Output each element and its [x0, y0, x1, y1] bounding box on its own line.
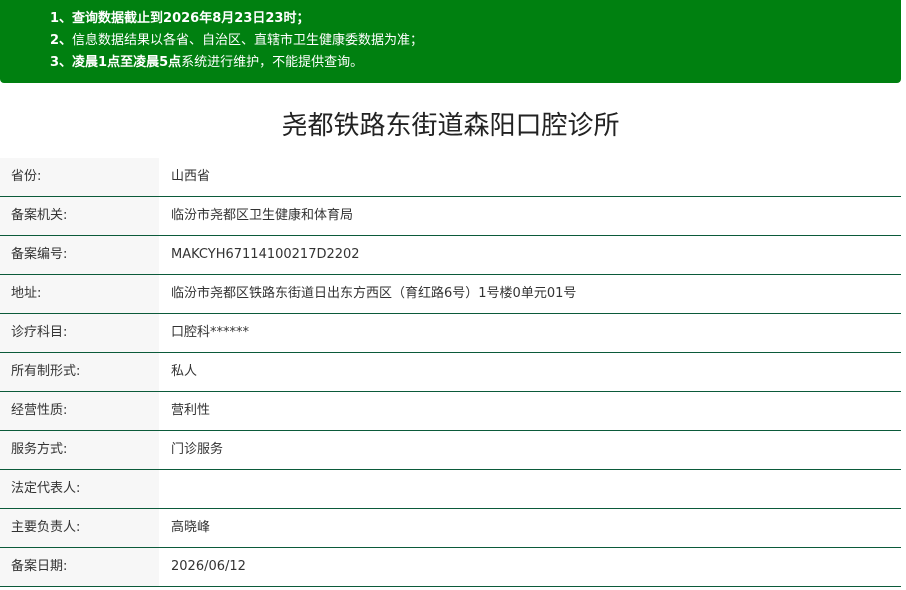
row-label: 主要负责人:	[0, 509, 159, 547]
table-row-legal-representative: 法定代表人:	[0, 470, 901, 509]
notice-line-1: 1、查询数据截止到2026年8月23日23时；	[50, 8, 901, 30]
table-row-service-mode: 服务方式: 门诊服务	[0, 431, 901, 470]
table-row-record-number: 备案编号: MAKCYH67114100217D2202	[0, 236, 901, 275]
row-label: 所有制形式:	[0, 353, 159, 391]
table-row-authority: 备案机关: 临汾市尧都区卫生健康和体育局	[0, 197, 901, 236]
row-value: 山西省	[171, 169, 211, 184]
notice-line-3-prefix: 3、	[50, 55, 73, 70]
row-label: 法定代表人:	[0, 470, 159, 508]
table-row-ownership: 所有制形式: 私人	[0, 353, 901, 392]
row-value: 高晓峰	[171, 520, 211, 535]
row-value: 2026/06/12	[171, 559, 246, 574]
row-value: 营利性	[171, 403, 211, 418]
row-label: 省份:	[0, 158, 159, 196]
notice-line-2-prefix: 2、	[50, 33, 73, 48]
row-value: MAKCYH67114100217D2202	[171, 247, 360, 262]
info-table: 省份: 山西省 备案机关: 临汾市尧都区卫生健康和体育局 备案编号: MAKCY…	[0, 158, 901, 587]
row-label: 诊疗科目:	[0, 314, 159, 352]
row-value	[159, 470, 901, 508]
notice-line-3-bold: 凌晨1点至凌晨5点	[72, 55, 182, 70]
row-value: 口腔科******	[171, 325, 250, 340]
notice-line-2-text: 信息数据结果以各省、自治区、直辖市卫生健康委数据为准；	[72, 33, 424, 48]
row-label: 备案日期:	[0, 548, 159, 586]
table-row-principal: 主要负责人: 高晓峰	[0, 509, 901, 548]
table-row-business-nature: 经营性质: 营利性	[0, 392, 901, 431]
row-label: 服务方式:	[0, 431, 159, 469]
notice-line-3: 3、凌晨1点至凌晨5点系统进行维护，不能提供查询。	[50, 52, 901, 74]
row-label: 经营性质:	[0, 392, 159, 430]
notice-line-3-suffix: 系统进行维护，不能提供查询。	[181, 55, 364, 70]
row-value: 临汾市尧都区铁路东街道日出东方西区（育红路6号）1号楼0单元01号	[171, 286, 577, 301]
notice-line-1-suffix: ；	[296, 11, 310, 26]
row-value: 门诊服务	[171, 442, 224, 457]
row-label: 备案编号:	[0, 236, 159, 274]
notice-line-2: 2、信息数据结果以各省、自治区、直辖市卫生健康委数据为准；	[50, 30, 901, 52]
row-label: 备案机关:	[0, 197, 159, 235]
page-title: 尧都铁路东街道森阳口腔诊所	[281, 111, 620, 141]
notice-banner: 1、查询数据截止到2026年8月23日23时； 2、信息数据结果以各省、自治区、…	[0, 0, 901, 83]
table-row-address: 地址: 临汾市尧都区铁路东街道日出东方西区（育红路6号）1号楼0单元01号	[0, 275, 901, 314]
row-value: 临汾市尧都区卫生健康和体育局	[171, 208, 354, 223]
notice-line-1-bold: 查询数据截止到2026年8月23日23时	[72, 11, 297, 26]
table-row-departments: 诊疗科目: 口腔科******	[0, 314, 901, 353]
table-row-province: 省份: 山西省	[0, 158, 901, 197]
row-value: 私人	[171, 364, 198, 379]
row-label: 地址:	[0, 275, 159, 313]
notice-line-1-prefix: 1、	[50, 11, 73, 26]
table-row-record-date: 备案日期: 2026/06/12	[0, 548, 901, 587]
